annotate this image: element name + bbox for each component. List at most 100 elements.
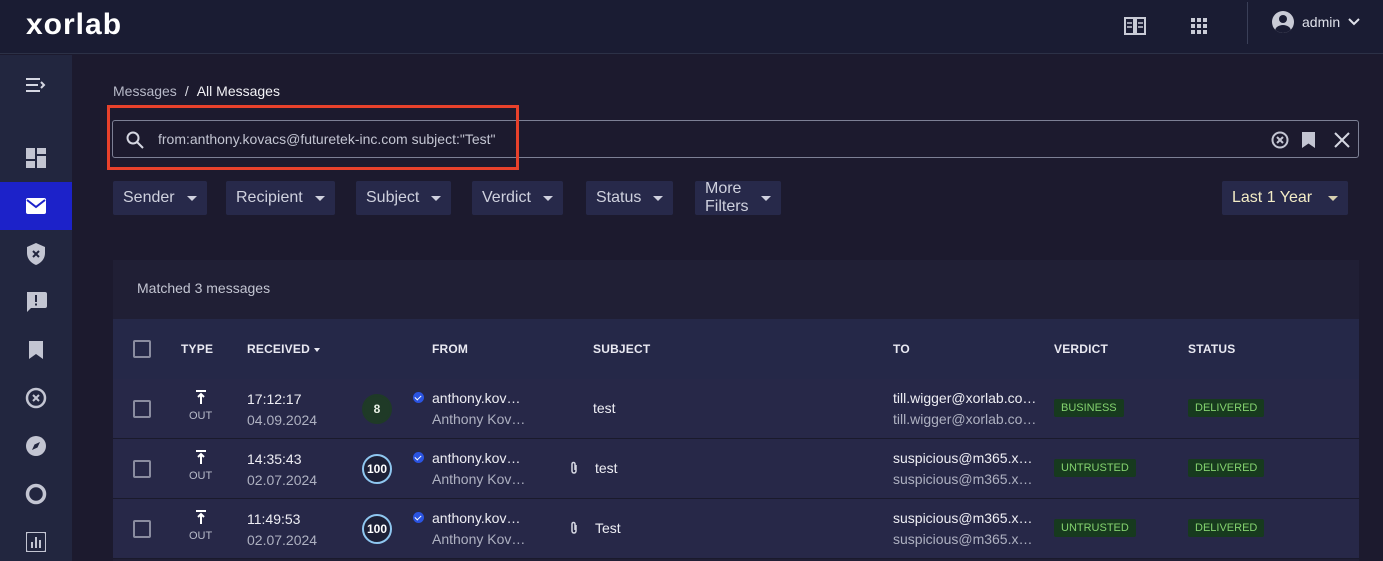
breadcrumb-messages[interactable]: Messages	[113, 83, 177, 99]
filter-label: Recipient	[236, 189, 303, 206]
filter-label: More Filters	[705, 180, 749, 215]
breadcrumb-separator: /	[184, 83, 189, 99]
score-badge: 100	[362, 514, 392, 544]
filter-label: Verdict	[482, 189, 531, 206]
breadcrumb-current: All Messages	[196, 83, 280, 99]
to-name: suspicious@m365.x…	[893, 471, 1033, 487]
recipient-filter[interactable]: Recipient	[226, 181, 335, 215]
verdict-badge: BUSINESS	[1054, 399, 1124, 417]
clear-filters-icon[interactable]	[1270, 130, 1290, 150]
row-checkbox[interactable]	[133, 520, 151, 538]
verdict-badge: UNTRUSTED	[1054, 519, 1136, 537]
subject-text: test	[595, 460, 618, 476]
to-name: suspicious@m365.x…	[893, 531, 1033, 547]
sort-desc-icon	[313, 347, 320, 352]
subject-filter[interactable]: Subject	[356, 181, 452, 215]
to-email: suspicious@m365.x…	[893, 510, 1033, 526]
caret-down-icon	[760, 195, 771, 201]
ring-icon[interactable]	[0, 470, 72, 518]
to-email: suspicious@m365.x…	[893, 450, 1033, 466]
search-highlight-box	[107, 105, 519, 170]
header-to[interactable]: TO	[893, 342, 910, 356]
status-badge: DELIVERED	[1188, 459, 1265, 477]
subject-text: test	[593, 400, 616, 416]
time-range-select[interactable]: Last 1 Year	[1222, 181, 1349, 215]
user-menu[interactable]: admin	[1272, 11, 1360, 33]
verified-icon	[413, 452, 424, 463]
score-badge: 8	[362, 394, 392, 424]
matched-count: Matched 3 messages	[137, 280, 271, 296]
save-search-bookmark-icon[interactable]	[1298, 130, 1318, 150]
caret-down-icon	[431, 195, 442, 201]
shield-icon[interactable]	[0, 230, 72, 278]
status-badge: DELIVERED	[1188, 519, 1265, 537]
received-time: 17:12:17	[247, 391, 302, 407]
type-label: OUT	[189, 470, 213, 482]
attachment-icon	[571, 521, 577, 534]
from-name: Anthony Kov…	[432, 471, 526, 487]
received-time: 11:49:53	[247, 511, 301, 527]
caret-down-icon	[1328, 195, 1339, 201]
menu-collapse-icon[interactable]	[0, 61, 72, 109]
time-range-label: Last 1 Year	[1232, 189, 1313, 206]
breadcrumb: Messages / All Messages	[113, 83, 280, 99]
from-name: Anthony Kov…	[432, 531, 526, 547]
header-verdict[interactable]: VERDICT	[1054, 342, 1108, 356]
select-all-checkbox[interactable]	[133, 340, 151, 358]
sender-filter[interactable]: Sender	[113, 181, 207, 215]
caret-down-icon	[653, 195, 664, 201]
score-badge: 100	[362, 454, 392, 484]
sidebar	[0, 55, 72, 561]
from-email: anthony.kov…	[432, 390, 521, 406]
book-icon[interactable]	[1123, 14, 1147, 38]
received-date: 02.07.2024	[247, 472, 318, 488]
verdict-badge: UNTRUSTED	[1054, 459, 1136, 477]
received-date: 02.07.2024	[247, 532, 318, 548]
header-subject[interactable]: SUBJECT	[593, 342, 650, 356]
chevron-down-icon	[1348, 18, 1360, 26]
apps-grid-icon[interactable]	[1187, 14, 1211, 38]
header-status[interactable]: STATUS	[1188, 342, 1235, 356]
row-checkbox[interactable]	[133, 400, 151, 418]
subject-text: Test	[595, 520, 621, 536]
header-type[interactable]: TYPE	[181, 342, 213, 356]
from-email: anthony.kov…	[432, 450, 521, 466]
type-label: OUT	[189, 410, 213, 422]
filter-label: Status	[596, 189, 642, 206]
close-icon[interactable]	[1332, 130, 1352, 150]
xorlab-logo[interactable]: xorlab	[26, 8, 122, 42]
received-date: 04.09.2024	[247, 412, 318, 428]
status-filter[interactable]: Status	[586, 181, 674, 215]
to-name: till.wigger@xorlab.co…	[893, 411, 1037, 427]
results-card: Matched 3 messages TYPE RECEIVED FROM SU…	[113, 260, 1359, 561]
caret-down-icon	[186, 195, 197, 201]
mail-icon	[26, 198, 46, 214]
outbound-icon	[196, 450, 206, 464]
row-checkbox[interactable]	[133, 460, 151, 478]
compass-icon[interactable]	[0, 422, 72, 470]
avatar-icon	[1272, 11, 1294, 33]
from-name: Anthony Kov…	[432, 411, 526, 427]
table-row[interactable]: OUT 17:12:17 04.09.2024 8 anthony.kov… A…	[113, 379, 1359, 439]
bookmark-icon[interactable]	[0, 326, 72, 374]
filter-label: Sender	[123, 189, 175, 206]
more-filters-button[interactable]: More Filters	[695, 180, 781, 215]
dashboard-icon[interactable]	[0, 134, 72, 182]
from-email: anthony.kov…	[432, 510, 521, 526]
user-name: admin	[1302, 14, 1341, 30]
caret-down-icon	[542, 195, 553, 201]
target-icon[interactable]	[0, 374, 72, 422]
header-divider	[1247, 2, 1248, 44]
table-row[interactable]: OUT 11:49:53 02.07.2024 100 anthony.kov……	[113, 499, 1359, 559]
outbound-icon	[196, 510, 206, 524]
header-from[interactable]: FROM	[432, 342, 468, 356]
verdict-filter[interactable]: Verdict	[472, 181, 563, 215]
header-received[interactable]: RECEIVED	[247, 342, 320, 356]
table-row[interactable]: OUT 14:35:43 02.07.2024 100 anthony.kov……	[113, 439, 1359, 499]
outbound-icon	[196, 390, 206, 404]
verified-icon	[413, 512, 424, 523]
report-icon[interactable]	[0, 278, 72, 326]
sidebar-item-messages[interactable]	[0, 182, 72, 230]
filter-label: Subject	[366, 189, 420, 206]
chart-icon[interactable]	[0, 518, 72, 561]
